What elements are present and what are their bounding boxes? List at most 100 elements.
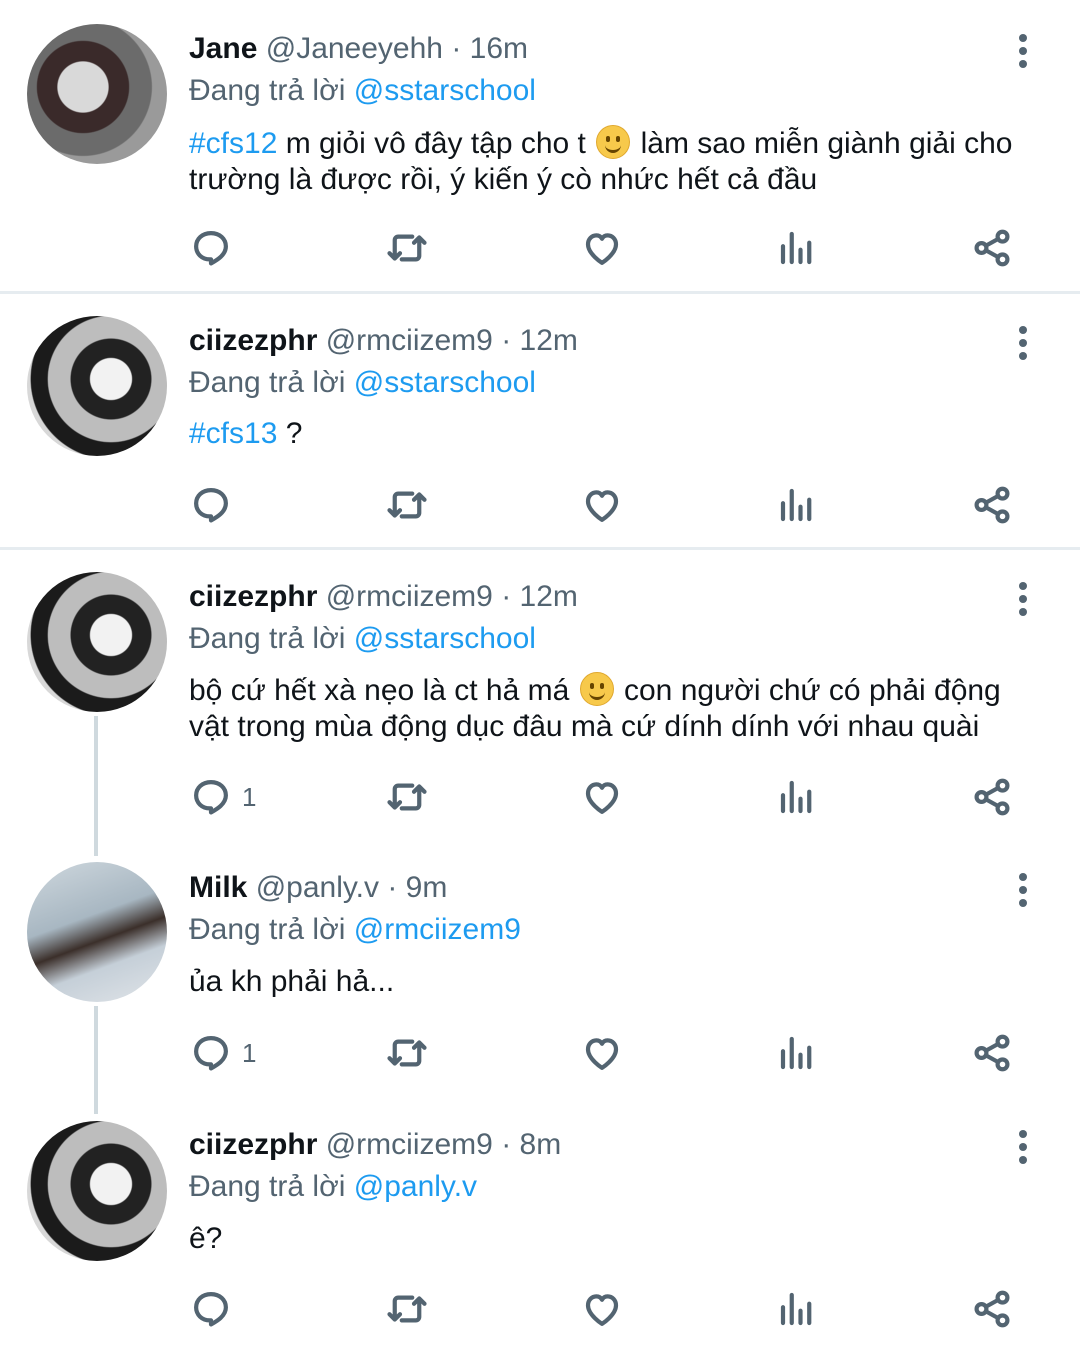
like-button[interactable] [581, 1028, 623, 1078]
timestamp[interactable]: · 8m [501, 1128, 561, 1161]
reply-icon [194, 1036, 228, 1071]
mention-link[interactable]: @panly.v [354, 1170, 477, 1203]
replying-to: Đang trả lời @sstarschool [189, 74, 536, 107]
tweet-header: ciizezphr @rmciizem9 · 12m [189, 323, 578, 359]
hashtag-link[interactable]: #cfs12 [189, 127, 277, 160]
reply-icon [194, 1292, 228, 1327]
hashtag-link[interactable]: #cfs13 [189, 417, 277, 450]
more-options-icon[interactable] [1008, 323, 1038, 363]
tweet-actions: 1 [0, 772, 1080, 822]
mention-link[interactable]: @sstarschool [354, 74, 536, 107]
retweet-icon [387, 1295, 427, 1323]
like-icon [585, 233, 619, 265]
retweet-button[interactable] [386, 1028, 428, 1078]
display-name[interactable]: ciizezphr [189, 580, 317, 613]
avatar[interactable] [27, 862, 167, 1002]
mention-link[interactable]: @sstarschool [354, 622, 536, 655]
more-options-icon[interactable] [1008, 1127, 1038, 1167]
share-icon [974, 1034, 1010, 1072]
timestamp[interactable]: · 9m [387, 871, 447, 904]
analytics-icon [780, 780, 812, 814]
timestamp[interactable]: · 16m [451, 32, 528, 65]
tweet[interactable]: Milk @panly.v · 9m Đang trả lời @rmciize… [0, 840, 1080, 1100]
timestamp[interactable]: · 12m [501, 324, 578, 357]
tweet-actions [0, 223, 1080, 273]
tweet[interactable]: ciizezphr @rmciizem9 · 8m Đang trả lời @… [0, 1096, 1080, 1348]
like-button[interactable] [581, 772, 623, 822]
analytics-button[interactable] [776, 772, 818, 822]
like-button[interactable] [581, 223, 623, 273]
slight-smile-emoji [596, 125, 631, 159]
reply-count: 1 [242, 781, 257, 812]
mention-link[interactable]: @rmciizem9 [354, 913, 521, 946]
analytics-icon [780, 488, 812, 522]
reply-button[interactable] [190, 223, 242, 273]
like-button[interactable] [581, 480, 623, 530]
handle[interactable]: @panly.v [256, 871, 379, 904]
tweet-header: ciizezphr @rmciizem9 · 12m [189, 579, 578, 615]
tweet-text: ê? [189, 1222, 223, 1255]
replying-to: Đang trả lời @sstarschool [189, 366, 536, 399]
share-button[interactable] [971, 480, 1013, 530]
handle[interactable]: @Janeeyehh [266, 32, 443, 65]
share-button[interactable] [971, 772, 1013, 822]
reply-button[interactable]: 1 [190, 772, 256, 822]
avatar[interactable] [27, 24, 167, 164]
mention-link[interactable]: @sstarschool [354, 366, 536, 399]
display-name[interactable]: Jane [189, 32, 257, 65]
tweet-actions [0, 1284, 1080, 1334]
like-icon [585, 490, 619, 522]
reply-button[interactable]: 1 [190, 1028, 256, 1078]
like-icon [585, 1294, 619, 1326]
timestamp[interactable]: · 12m [501, 580, 578, 613]
reply-button[interactable] [190, 1284, 242, 1334]
reply-icon [194, 488, 228, 523]
tweet-actions [0, 480, 1080, 530]
share-button[interactable] [971, 223, 1013, 273]
analytics-icon [780, 1292, 812, 1326]
retweet-button[interactable] [386, 480, 428, 530]
more-options-icon[interactable] [1008, 870, 1038, 910]
more-options-icon[interactable] [1008, 579, 1038, 619]
replying-to: Đang trả lời @panly.v [189, 1170, 478, 1203]
share-icon [974, 486, 1010, 524]
share-icon [974, 229, 1010, 267]
handle[interactable]: @rmciizem9 [326, 580, 493, 613]
tweet[interactable]: ciizezphr @rmciizem9 · 12m Đang trả lời … [0, 550, 1080, 850]
reply-icon [194, 780, 228, 815]
analytics-button[interactable] [776, 1028, 818, 1078]
avatar[interactable] [27, 1121, 167, 1261]
tweet-text: bộ cứ hết xà nẹo là ct hả má con người c… [189, 672, 1001, 743]
like-icon [585, 782, 619, 814]
retweet-icon [387, 234, 427, 262]
retweet-icon [387, 491, 427, 519]
tweet-header: ciizezphr @rmciizem9 · 8m [189, 1127, 561, 1163]
analytics-button[interactable] [776, 480, 818, 530]
reply-count: 1 [242, 1037, 257, 1068]
grinning-emoji [579, 672, 614, 706]
like-button[interactable] [581, 1284, 623, 1334]
share-button[interactable] [971, 1028, 1013, 1078]
handle[interactable]: @rmciizem9 [326, 1128, 493, 1161]
retweet-button[interactable] [386, 223, 428, 273]
retweet-button[interactable] [386, 1284, 428, 1334]
tweet[interactable]: ciizezphr @rmciizem9 · 12m Đang trả lời … [0, 294, 1080, 548]
share-button[interactable] [971, 1284, 1013, 1334]
tweet[interactable]: Jane @Janeeyehh · 16m Đang trả lời @ssta… [0, 0, 1080, 292]
share-icon [974, 778, 1010, 816]
display-name[interactable]: Milk [189, 871, 247, 904]
replying-to: Đang trả lời @rmciizem9 [189, 913, 521, 946]
display-name[interactable]: ciizezphr [189, 1128, 317, 1161]
analytics-button[interactable] [776, 1284, 818, 1334]
tweet-header: Jane @Janeeyehh · 16m [189, 31, 528, 67]
avatar[interactable] [27, 572, 167, 712]
reply-button[interactable] [190, 480, 242, 530]
display-name[interactable]: ciizezphr [189, 324, 317, 357]
handle[interactable]: @rmciizem9 [326, 324, 493, 357]
retweet-button[interactable] [386, 772, 428, 822]
tweet-text: #cfs13 ? [189, 417, 303, 450]
more-options-icon[interactable] [1008, 31, 1038, 71]
avatar[interactable] [27, 316, 167, 456]
share-icon [974, 1290, 1010, 1328]
analytics-button[interactable] [776, 223, 818, 273]
